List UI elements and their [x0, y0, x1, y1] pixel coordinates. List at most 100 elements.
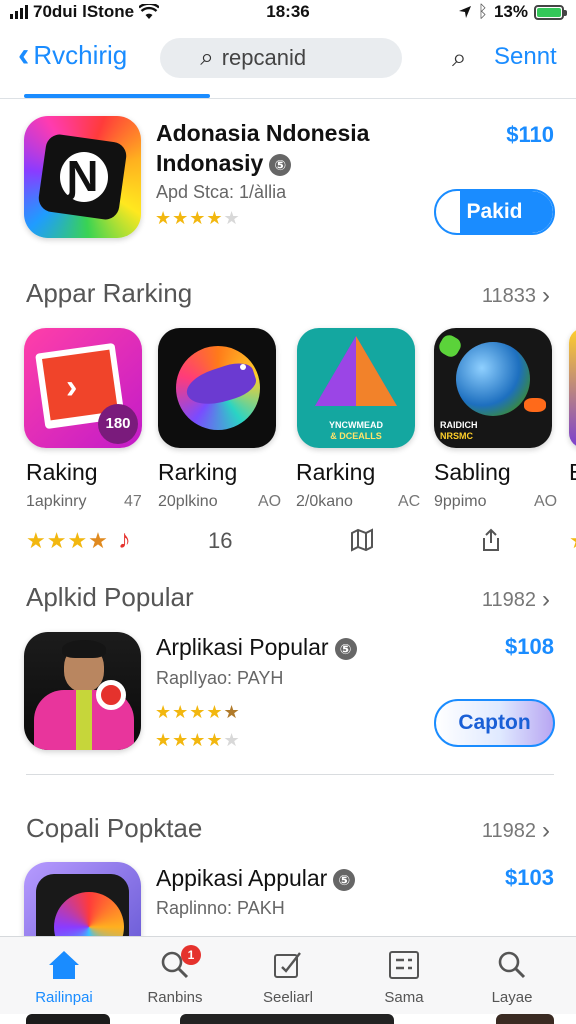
tab-today[interactable]: Railinpai: [14, 945, 114, 1006]
nav-action-button[interactable]: Sennt: [494, 43, 557, 71]
ranking-num-3: AC: [398, 493, 421, 510]
battery-icon: [534, 4, 567, 20]
section-divider: [26, 774, 554, 775]
popular-section-title: Aplkid Popular: [26, 582, 194, 612]
nav-divider: [0, 98, 576, 99]
popular-price: $108: [505, 634, 554, 659]
ranking-icon-4-text1: RAIDICH: [440, 420, 478, 430]
info-icon: ⑤: [269, 153, 292, 176]
peek-thumb-3: [496, 1014, 554, 1024]
tab-label: Sama: [384, 989, 424, 1006]
popular-subtitle: RaplIyao: PAYH: [156, 668, 284, 688]
bluetooth-icon: ᛒ: [477, 2, 488, 21]
list-icon: [354, 945, 454, 985]
pyramid-icon: [315, 336, 397, 406]
location-arrow-icon: [458, 6, 471, 18]
ranking-name-2: Rarking: [158, 459, 238, 485]
tab-edit[interactable]: Seeliarl: [238, 945, 338, 1006]
featured-icon-glyph: Ɲ: [66, 152, 99, 201]
status-bar: 70dui lStone 18:36 ᛒ 13%: [0, 0, 576, 26]
popular2-title: Appikasi Appular: [156, 865, 328, 891]
featured-subtitle: Apd Stca: 1/àllia: [156, 182, 287, 202]
share-icon[interactable]: [480, 528, 502, 558]
edit-icon: [238, 945, 338, 985]
popular-title-wrap: Arplikasi Popular ⑤: [156, 632, 357, 662]
popular2-section-title: Copali Popktae: [26, 813, 203, 843]
battery-percent: 13%: [493, 2, 528, 21]
featured-title: Adonasia Ndonesia Indonasiy ⑤: [156, 118, 369, 178]
tab-label: Seeliarl: [262, 989, 314, 1006]
popular2-subtitle: Raplinno: PAKH: [156, 898, 285, 918]
ranking-num-1: 47: [124, 493, 142, 510]
popular2-see-all[interactable]: 11982 ›: [482, 817, 550, 845]
popular-app-icon[interactable]: [24, 632, 141, 750]
popular-rating-2: ★★★★★: [155, 730, 241, 750]
ranking-count: 11833: [481, 284, 536, 307]
ranking-app-icon-1[interactable]: › 180: [24, 328, 142, 448]
featured-button-label: Pakid: [466, 200, 523, 223]
featured-price: $110: [506, 122, 554, 147]
ranking-see-all[interactable]: 11833 ›: [482, 282, 550, 310]
tab-label: Railinpai: [35, 989, 93, 1006]
ranking-sub-2: 20plkino: [158, 493, 218, 510]
search-icon: [462, 945, 562, 985]
ranking-rating-5: ★: [569, 528, 576, 554]
popular-see-all[interactable]: 11982 ›: [482, 586, 550, 614]
peek-thumb-2: [180, 1014, 394, 1024]
tab-list[interactable]: Sama: [354, 945, 454, 1006]
ranking-row3-number: 16: [208, 528, 233, 553]
featured-rating: ★★★★★: [155, 208, 241, 228]
map-icon[interactable]: [350, 528, 374, 558]
ranking-app-icon-5[interactable]: [569, 328, 576, 448]
chevron-right-icon: ›: [542, 817, 550, 844]
ranking-icon-3-text1: YNCWMEAD: [329, 420, 383, 430]
ranking-name-5: E: [569, 459, 576, 486]
back-button[interactable]: ‹ Rvchirig: [18, 38, 127, 72]
status-right: ᛒ 13%: [458, 2, 567, 22]
ranking-sub-1: 1apkinry: [26, 493, 87, 510]
featured-app-icon[interactable]: Ɲ: [24, 116, 141, 238]
ranking-sub-3: 2/0kano: [296, 493, 353, 510]
featured-get-button[interactable]: Pakid: [434, 189, 555, 235]
popular-title: Arplikasi Popular: [156, 634, 329, 660]
search-field[interactable]: ⌕: [160, 38, 402, 78]
popular-rating-1: ★★★★★: [155, 702, 241, 722]
ranking-icon-1-badge: 180: [98, 404, 138, 444]
ranking-icon-4-text2: NRSMC: [440, 431, 473, 441]
ranking-app-icon-4[interactable]: RAIDICH NRSMC: [434, 328, 552, 448]
tab-search[interactable]: Layae: [462, 945, 562, 1006]
popular2-price: $103: [505, 865, 554, 890]
ranking-num-2: AO: [258, 493, 282, 510]
search-icon[interactable]: ⌕: [452, 42, 467, 74]
ranking-app-icon-3[interactable]: YNCWMEAD & DCEALLS: [297, 328, 415, 448]
tab-label: Ranbins: [147, 989, 203, 1006]
featured-title-line1: Adonasia Ndonesia: [156, 120, 370, 146]
chevron-right-icon: ›: [542, 282, 550, 309]
chevron-right-icon: ›: [542, 586, 550, 613]
info-icon: ⑤: [334, 637, 357, 660]
tab-rankings[interactable]: 1 Ranbins: [125, 945, 225, 1006]
ranking-name-4: Sabling: [434, 459, 511, 485]
info-icon: ⑤: [333, 868, 356, 891]
ranking-app-icon-2[interactable]: [158, 328, 276, 448]
notification-badge: 1: [181, 945, 201, 965]
ranking-section-title: Appar Rarking: [26, 278, 193, 308]
music-note-icon: ♪: [118, 524, 131, 554]
search-icon: 1: [125, 945, 225, 985]
ranking-rating-1: ★★★★: [26, 528, 109, 553]
featured-title-line2-wrap: Indonasiy ⑤: [156, 148, 369, 178]
popular2-count: 11982: [481, 819, 536, 842]
peek-thumb-1: [26, 1014, 110, 1024]
nav-bar: ‹ Rvchirig ⌕ ⌕ Sennt: [0, 30, 576, 100]
search-icon: ⌕: [200, 44, 214, 71]
popular-get-button[interactable]: Capton: [434, 699, 555, 747]
ranking-sub-4: 9ppimo: [434, 493, 487, 510]
search-input[interactable]: [221, 45, 362, 71]
house-icon: [14, 945, 114, 985]
ranking-name-1: Raking: [26, 459, 98, 485]
ranking-icon-3-text2: & DCEALLS: [330, 431, 382, 441]
back-label: Rvchirig: [33, 39, 128, 70]
chevron-left-icon: ‹: [18, 36, 30, 74]
featured-title-line2: Indonasiy: [156, 150, 264, 176]
ranking-num-4: AO: [534, 493, 558, 510]
